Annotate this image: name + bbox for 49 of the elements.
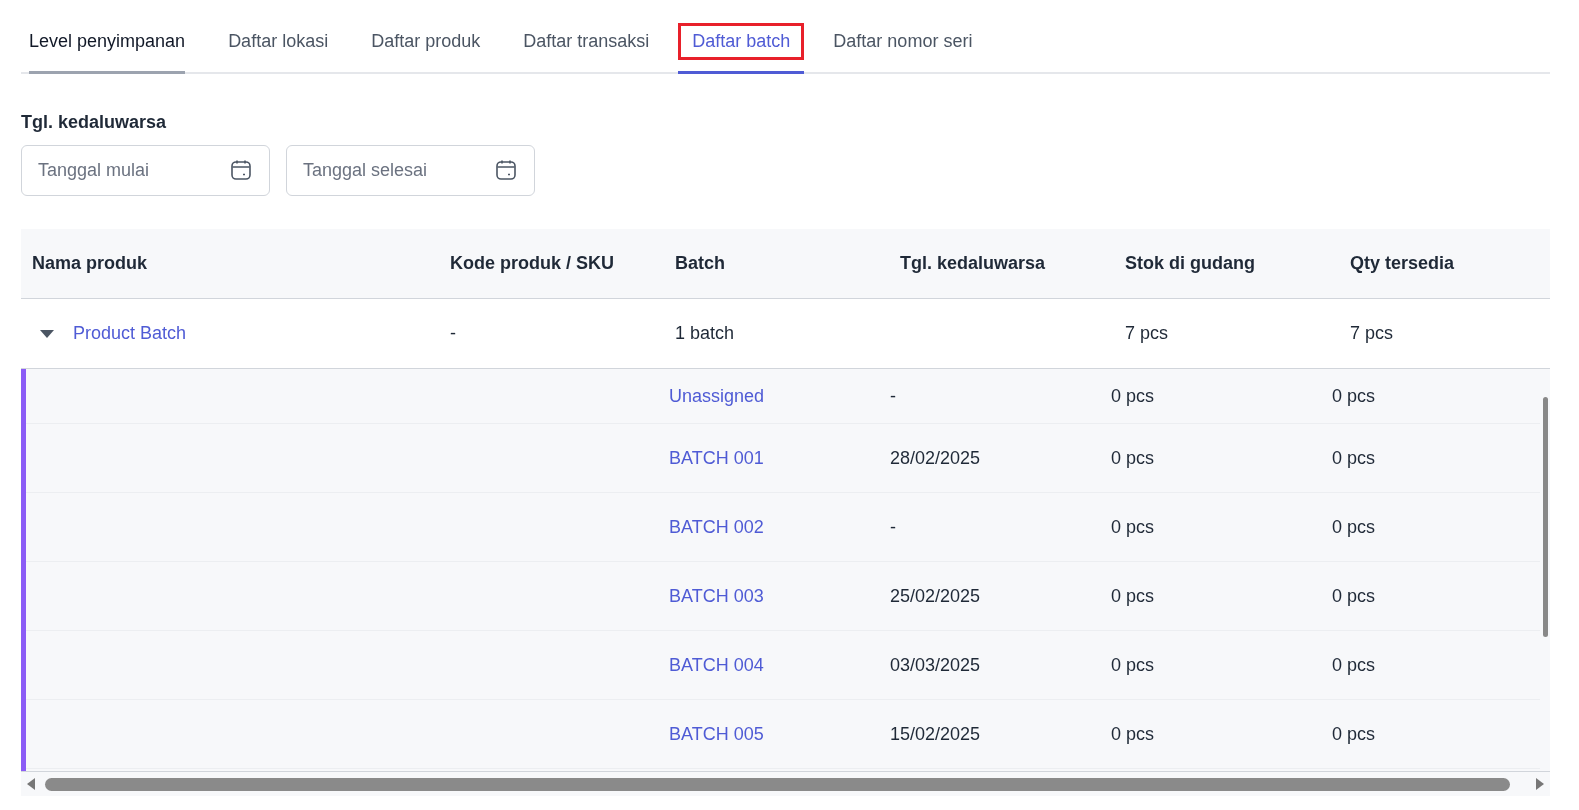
column-header: Qty tersedia	[1350, 253, 1455, 273]
column-header: Stok di gudang	[1125, 253, 1255, 273]
table-cell: 0 pcs	[1111, 654, 1155, 675]
table-cell: 0 pcs	[1111, 516, 1155, 537]
table-cell: 0 pcs	[1332, 654, 1376, 675]
table-cell: 0 pcs	[1332, 516, 1376, 537]
table-cell: 0 pcs	[1111, 385, 1155, 406]
product-link[interactable]: Product Batch	[73, 323, 187, 344]
batch-link[interactable]: BATCH 005	[669, 723, 764, 744]
tab[interactable]: Daftar produk	[371, 12, 481, 74]
table-cell: 0 pcs	[1111, 585, 1155, 606]
column-header: Kode produk / SKU	[450, 253, 614, 273]
column-header: Batch	[675, 253, 725, 273]
table-cell: 0 pcs	[1332, 723, 1376, 744]
table-cell: 0 pcs	[1111, 723, 1155, 744]
table-cell: -	[890, 516, 896, 537]
table-cell: -	[450, 323, 456, 343]
table-cell: 7 pcs	[1350, 323, 1394, 343]
table-cell: 25/02/2025	[890, 585, 981, 606]
caret-icon[interactable]	[39, 328, 55, 339]
batch-link[interactable]: BATCH 001	[669, 447, 764, 468]
table-cell: 0 pcs	[1332, 585, 1376, 606]
table-cell: 7 pcs	[1125, 323, 1169, 343]
tab[interactable]: Daftar nomor seri	[833, 12, 973, 74]
horizontal-scrollbar[interactable]	[21, 771, 1550, 796]
calendar-icon	[494, 158, 518, 182]
table-cell: 1 batch	[675, 323, 735, 343]
column-header: Nama produk	[32, 253, 148, 273]
filter-label: Tgl. kedaluwarsa	[21, 112, 168, 133]
column-header: Tgl. kedaluwarsa	[900, 253, 1046, 273]
date-field[interactable]: Tanggal mulai	[21, 145, 270, 196]
batch-link[interactable]: BATCH 004	[669, 654, 764, 675]
table-cell: 0 pcs	[1332, 385, 1376, 406]
table-cell: 15/02/2025	[890, 723, 981, 744]
scroll-left-arrow-icon[interactable]	[25, 777, 37, 791]
batch-link[interactable]: BATCH 003	[669, 585, 764, 606]
table-cell: 0 pcs	[1111, 447, 1155, 468]
batch-link[interactable]: Unassigned	[669, 385, 765, 406]
table-cell: -	[890, 385, 896, 406]
batch-link[interactable]: BATCH 002	[669, 516, 764, 537]
tab[interactable]: Daftar lokasi	[228, 12, 329, 74]
date-field[interactable]: Tanggal selesai	[286, 145, 535, 196]
tab[interactable]: Daftar transaksi	[523, 12, 650, 74]
table-cell: 28/02/2025	[890, 447, 981, 468]
tab[interactable]: Level penyimpanan	[29, 12, 186, 74]
table-cell: 0 pcs	[1332, 447, 1376, 468]
scroll-right-arrow-icon[interactable]	[1534, 777, 1546, 791]
calendar-icon	[229, 158, 253, 182]
table-cell: 03/03/2025	[890, 654, 981, 675]
